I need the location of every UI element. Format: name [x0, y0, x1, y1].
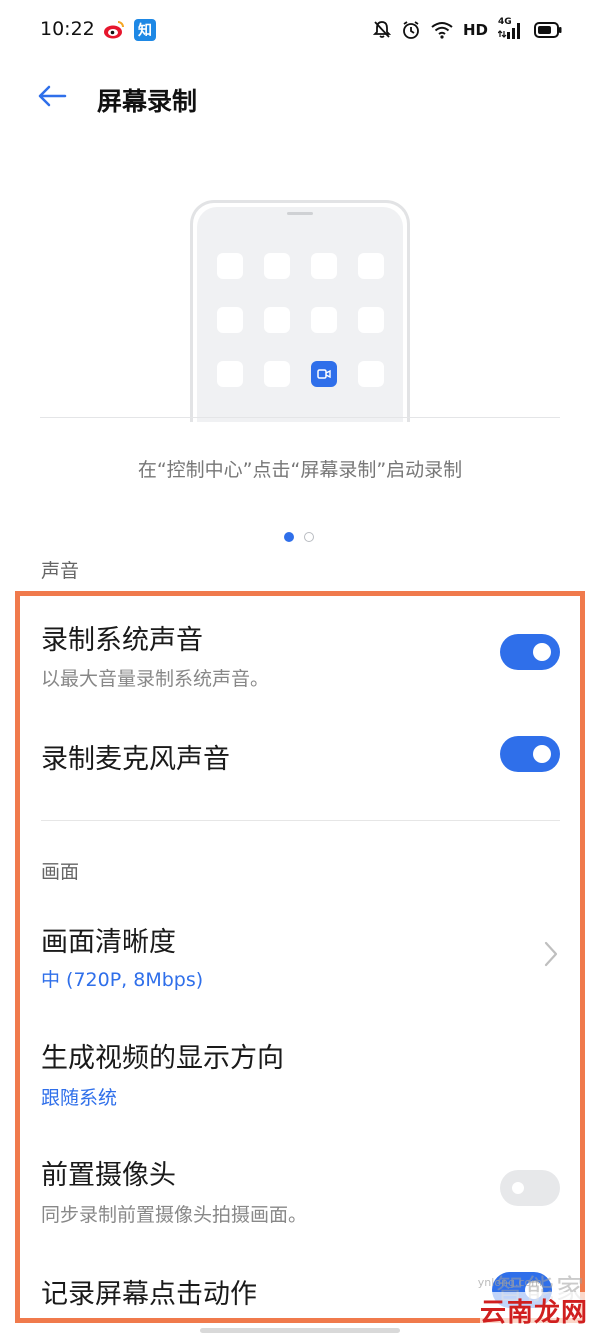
- record-mic-sound-title: 录制麦克风声音: [41, 744, 230, 775]
- orientation-value: 跟随系统: [41, 1087, 118, 1109]
- zhihu-icon: 知: [134, 19, 156, 41]
- clarity-value: 中 (720P, 8Mbps): [41, 969, 204, 991]
- watermark-small-text: ynlong.com: [477, 1276, 542, 1289]
- mute-bell-icon: [372, 20, 391, 40]
- record-system-sound-subtitle: 以最大音量录制系统声音。: [41, 668, 270, 690]
- status-bar: 10:22 知 HD 4G: [0, 0, 600, 62]
- wifi-icon: [431, 21, 453, 39]
- front-camera-title: 前置摄像头: [41, 1160, 176, 1191]
- battery-icon: [534, 22, 562, 38]
- record-mic-sound-toggle[interactable]: [500, 736, 560, 772]
- watermark-main-text: 云南龙网: [479, 1292, 588, 1329]
- clarity-title: 画面清晰度: [41, 927, 176, 958]
- pager-dot-2[interactable]: [304, 532, 314, 542]
- weibo-icon: [103, 19, 125, 41]
- alarm-icon: [401, 20, 421, 40]
- status-indicators: HD 4G: [372, 16, 562, 44]
- arrow-left-icon: [37, 84, 67, 112]
- pager-dot-1[interactable]: [284, 532, 294, 542]
- screen-record-icon: [311, 361, 337, 387]
- record-taps-title: 记录屏幕点击动作: [41, 1279, 257, 1310]
- record-system-sound-toggle[interactable]: [500, 634, 560, 670]
- front-camera-subtitle: 同步录制前置摄像头拍摄画面。: [41, 1204, 308, 1226]
- section-label-picture: 画面: [41, 861, 80, 883]
- orientation-title: 生成视频的显示方向: [41, 1043, 284, 1074]
- page-title: 屏幕录制: [97, 87, 198, 116]
- illustration-caption: 在“控制中心”点击“屏幕录制”启动录制: [137, 459, 463, 481]
- control-center-illustration: [40, 198, 560, 422]
- cellular-signal-icon: 4G: [498, 17, 524, 41]
- phone-mockup: [190, 200, 410, 422]
- zhihu-label: 知: [138, 23, 152, 39]
- section-label-sound: 声音: [41, 560, 80, 582]
- home-indicator[interactable]: [200, 1328, 400, 1333]
- hd-label: HD: [462, 21, 488, 39]
- section-divider: [41, 820, 560, 821]
- record-system-sound-title: 录制系统声音: [41, 625, 203, 656]
- front-camera-toggle[interactable]: [500, 1170, 560, 1206]
- chevron-right-icon: [543, 940, 559, 972]
- site-watermark: 智能家 ynlong.com 云南龙网: [432, 1268, 592, 1329]
- status-time: 10:22: [40, 18, 95, 40]
- back-button[interactable]: [30, 80, 74, 116]
- pager-dots[interactable]: [284, 532, 314, 542]
